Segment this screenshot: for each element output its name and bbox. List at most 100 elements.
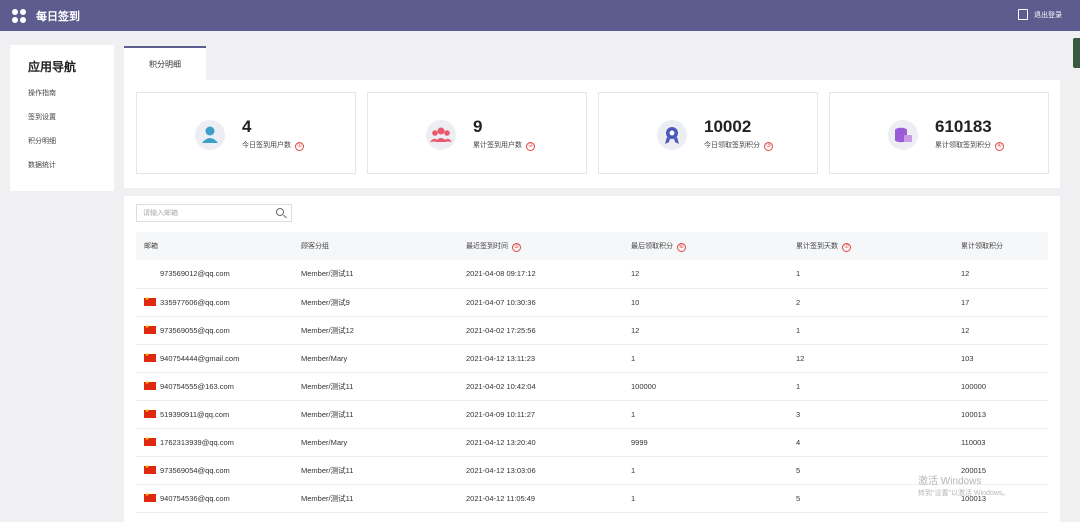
watermark-line: 转到"设置"以激活 Windows。 — [918, 490, 1010, 497]
top-bar: 每日签到 退出登录 — [0, 0, 1080, 31]
total-points-cell: 200015 — [961, 465, 987, 475]
sidebar-item-settings[interactable]: 签到设置 — [28, 113, 114, 137]
stat-value: 10002 — [704, 117, 752, 136]
table-row[interactable]: 1762313939@qq.com Member/Mary 2021-04-12 1… — [136, 428, 1048, 457]
tab-bar: 积分明细 — [124, 46, 1058, 80]
china-flag-icon — [144, 408, 156, 418]
time-cell: 2021-04-08 09:17:12 — [466, 269, 536, 279]
email-cell: 973569054@qq.com — [160, 465, 230, 475]
email-cell: 940754555@163.com — [160, 381, 234, 391]
clover-logo-icon — [12, 8, 26, 23]
days-cell: 5 — [796, 465, 801, 475]
watermark-line: 激活 Windows — [918, 476, 982, 487]
stat-label: 今日签到用户数 — [242, 142, 291, 149]
sidebar-title: 应用导航 — [28, 60, 77, 74]
china-flag-icon — [144, 464, 156, 474]
marker-badge: ① — [295, 142, 304, 151]
logout-button[interactable]: 退出登录 — [1018, 9, 1062, 20]
coins-icon — [888, 120, 918, 150]
email-cell: 973569055@qq.com — [160, 325, 230, 335]
china-flag-icon — [144, 324, 156, 334]
column-header[interactable]: 最近签到时间 — [466, 243, 508, 250]
stat-card-total-points: 610183 累计领取签到积分 ④ — [829, 92, 1049, 174]
marker-badge: ⑦ — [842, 242, 851, 252]
china-flag-icon — [144, 352, 156, 362]
time-cell: 2021-04-12 13:11:23 — [466, 353, 536, 363]
table-row[interactable]: 335977606@qq.com Member/测试9 2021-04-07 10:… — [136, 288, 1048, 317]
group-cell: Member/测试11 — [301, 493, 354, 503]
points-table: 邮箱 顾客分组 最近签到时间 ⑤ 最后领取积分 ⑥ 累计签到天数 ⑦ 累计领取积分 9… — [136, 232, 1048, 513]
group-cell: Member/Mary — [301, 353, 348, 363]
table-panel: 邮箱 顾客分组 最近签到时间 ⑤ 最后领取积分 ⑥ 累计签到天数 ⑦ 累计领取积分 9… — [124, 196, 1060, 522]
stat-value: 610183 — [935, 117, 992, 136]
email-cell: 519390911@qq.com — [160, 409, 230, 419]
marker-badge: ④ — [995, 142, 1004, 151]
users-icon — [426, 120, 456, 150]
total-points-cell: 100000 — [961, 381, 987, 391]
last-points-cell: 1 — [631, 465, 636, 475]
days-cell: 1 — [796, 269, 801, 279]
stat-card-total-users: 9 累计签到用户数 ② — [367, 92, 587, 174]
email-cell: 973569012@qq.com — [160, 269, 230, 279]
stat-card-today-users: 4 今日签到用户数 ① — [136, 92, 356, 174]
stat-value: 9 — [473, 117, 483, 136]
group-cell: Member/测试11 — [301, 381, 354, 391]
days-cell: 1 — [796, 381, 801, 391]
table-header-row: 邮箱 顾客分组 最近签到时间 ⑤ 最后领取积分 ⑥ 累计签到天数 ⑦ 累计领取积分 — [136, 232, 1048, 260]
last-points-cell: 12 — [631, 325, 640, 335]
time-cell: 2021-04-02 17:25:56 — [466, 325, 536, 335]
table-row[interactable]: 940754444@gmail.com Member/Mary 2021-04-12… — [136, 344, 1048, 373]
table-row[interactable]: 519390911@qq.com Member/测试11 2021-04-09 10… — [136, 400, 1048, 429]
last-points-cell: 9999 — [631, 437, 648, 447]
stat-label: 累计领取签到积分 — [935, 142, 991, 149]
china-flag-icon — [144, 380, 156, 390]
total-points-cell: 103 — [961, 353, 974, 363]
group-cell: Member/Mary — [301, 437, 348, 447]
days-cell: 2 — [796, 297, 801, 307]
days-cell: 12 — [796, 353, 805, 363]
logout-label: 退出登录 — [1034, 11, 1062, 19]
column-header[interactable]: 顾客分组 — [301, 243, 329, 250]
email-cell: 940754536@qq.com — [160, 493, 230, 503]
total-points-cell: 100013 — [961, 409, 987, 419]
total-points-cell: 12 — [961, 269, 970, 279]
table-row[interactable]: 940754555@163.com Member/测试11 2021-04-02 1… — [136, 372, 1048, 401]
column-header[interactable]: 邮箱 — [144, 243, 158, 250]
sidebar: 应用导航 操作指南 签到设置 积分明细 数据统计 — [10, 45, 114, 191]
sidebar-item-points[interactable]: 积分明细 — [28, 137, 114, 161]
last-points-cell: 100000 — [631, 381, 657, 391]
sidebar-item-guide[interactable]: 操作指南 — [28, 89, 114, 113]
last-points-cell: 1 — [631, 409, 636, 419]
last-points-cell: 12 — [631, 269, 640, 279]
time-cell: 2021-04-09 10:11:27 — [466, 409, 536, 419]
china-flag-icon — [144, 436, 156, 446]
search-icon[interactable] — [276, 208, 284, 216]
stat-value: 4 — [242, 117, 252, 136]
time-cell: 2021-04-07 10:30:36 — [466, 297, 536, 307]
column-header[interactable]: 累计领取积分 — [961, 243, 1003, 250]
table-row[interactable]: 973569055@qq.com Member/测试12 2021-04-02 17… — [136, 316, 1048, 345]
days-cell: 5 — [796, 493, 801, 503]
stat-label: 今日领取签到积分 — [704, 142, 760, 149]
sidebar-item-stats[interactable]: 数据统计 — [28, 161, 114, 185]
tab-points-detail[interactable]: 积分明细 — [124, 46, 206, 80]
side-handle[interactable] — [1073, 38, 1080, 68]
search-input[interactable] — [137, 205, 267, 221]
table-row[interactable]: 973569012@qq.com Member/测试11 2021-04-08 09… — [136, 260, 1048, 289]
time-cell: 2021-04-02 10:42:04 — [466, 381, 536, 391]
last-points-cell: 1 — [631, 493, 636, 503]
windows-activation-watermark: 激活 Windows 转到"设置"以激活 Windows。 — [918, 476, 1009, 500]
days-cell: 4 — [796, 437, 801, 447]
search-box — [136, 204, 292, 222]
marker-badge: ② — [526, 142, 535, 151]
last-points-cell: 10 — [631, 297, 640, 307]
last-points-cell: 1 — [631, 353, 636, 363]
total-points-cell: 12 — [961, 325, 970, 335]
time-cell: 2021-04-12 13:03:06 — [466, 465, 536, 475]
column-header[interactable]: 最后领取积分 — [631, 243, 673, 250]
time-cell: 2021-04-12 13:20:40 — [466, 437, 536, 447]
table-row[interactable]: 973569054@qq.com Member/测试11 2021-04-12 13… — [136, 456, 1048, 485]
time-cell: 2021-04-12 11:05:49 — [466, 493, 536, 503]
column-header[interactable]: 累计签到天数 — [796, 243, 838, 250]
table-row[interactable]: 940754536@qq.com Member/测试11 2021-04-12 11… — [136, 484, 1048, 513]
